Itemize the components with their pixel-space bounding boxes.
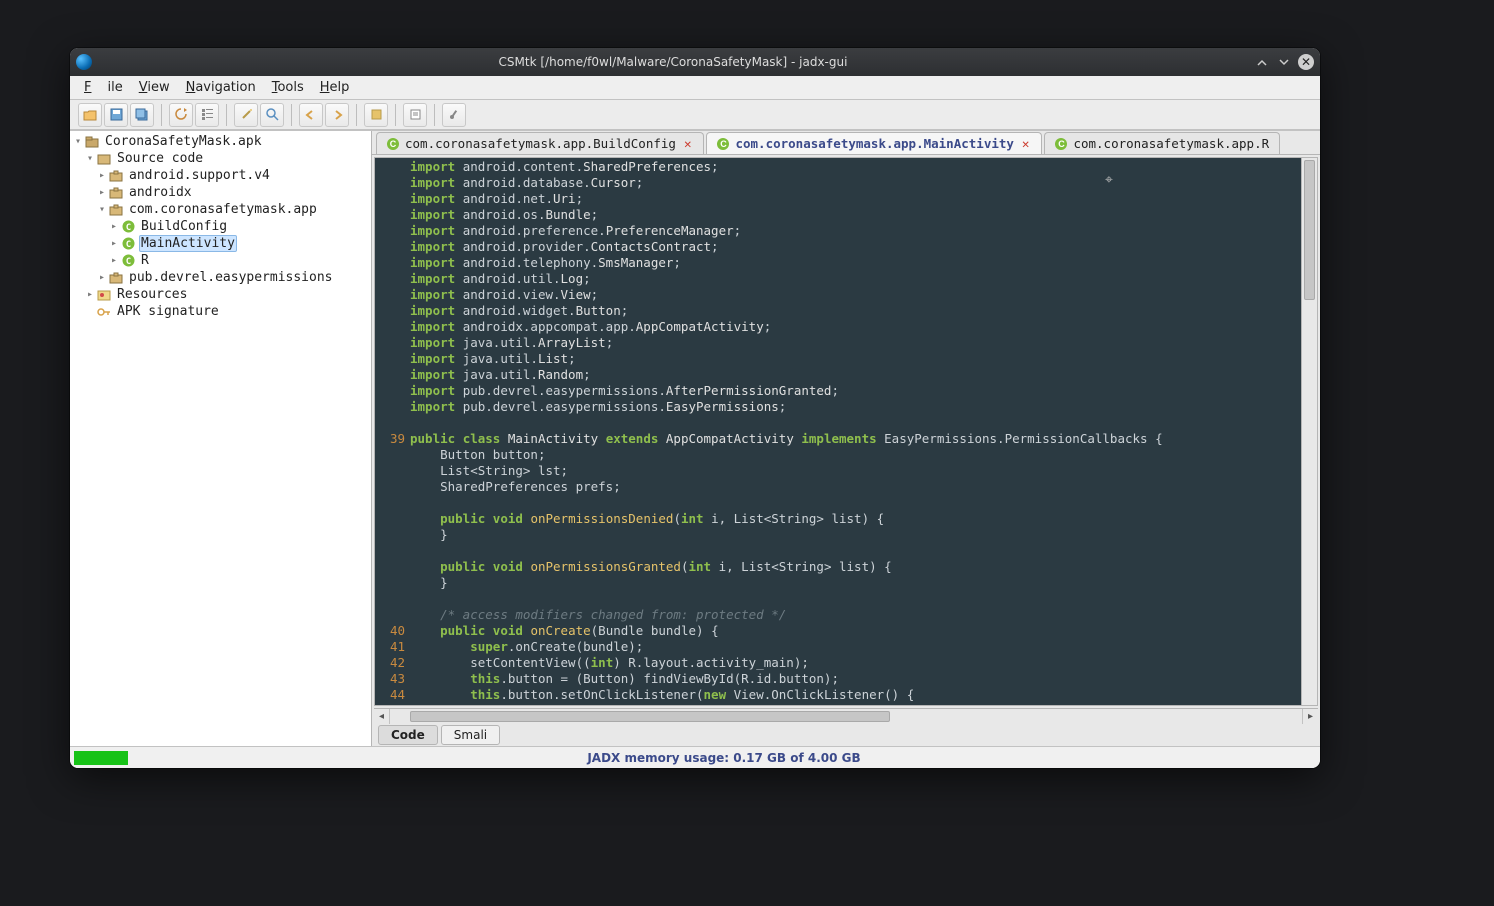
app-icon — [76, 54, 92, 70]
svg-text:C: C — [125, 240, 130, 250]
close-icon[interactable]: ✕ — [682, 136, 694, 151]
tree-cls-main[interactable]: ▸CMainActivity — [72, 235, 371, 252]
view-tabs: Code Smali — [372, 724, 1320, 746]
vertical-scrollbar[interactable] — [1301, 158, 1317, 705]
sync-button[interactable] — [169, 103, 193, 127]
svg-text:C: C — [125, 223, 130, 233]
code-editor[interactable]: 39 40 41 42 43 44 import android.content… — [374, 157, 1318, 706]
editor-tabs: com.coronasafetymask.app.BuildConfig ✕ co… — [372, 131, 1320, 155]
search-button[interactable] — [260, 103, 284, 127]
tree-pkg-androidx[interactable]: ▸androidx — [72, 184, 371, 201]
maximize-button[interactable] — [1276, 54, 1292, 70]
close-button[interactable]: ✕ — [1298, 54, 1314, 70]
smali-tab[interactable]: Smali — [441, 725, 500, 745]
scroll-left-icon[interactable]: ◂ — [374, 709, 390, 724]
minimize-button[interactable] — [1254, 54, 1270, 70]
tab-buildconfig[interactable]: com.coronasafetymask.app.BuildConfig ✕ — [376, 132, 704, 154]
class-icon — [1055, 138, 1067, 150]
line-gutter: 39 40 41 42 43 44 — [375, 158, 410, 705]
scroll-right-icon[interactable]: ▸ — [1302, 709, 1318, 724]
scrollbar-thumb[interactable] — [1304, 160, 1315, 300]
log-button[interactable] — [403, 103, 427, 127]
tab-label: com.coronasafetymask.app.MainActivity — [735, 136, 1013, 151]
menu-view[interactable]: View — [131, 78, 178, 97]
menu-help[interactable]: Help — [312, 78, 358, 97]
tab-label: com.coronasafetymask.app.BuildConfig — [405, 136, 676, 151]
tree-cls-build[interactable]: ▸CBuildConfig — [72, 218, 371, 235]
flatten-button[interactable] — [195, 103, 219, 127]
deobfuscate-button[interactable] — [364, 103, 388, 127]
code-tab[interactable]: Code — [378, 725, 438, 745]
toolbar — [70, 100, 1320, 130]
menu-file[interactable]: File — [76, 78, 131, 97]
tree-pkg-pub[interactable]: ▸pub.devrel.easypermissions — [72, 269, 371, 286]
settings-button[interactable] — [442, 103, 466, 127]
tab-label: com.coronasafetymask.app.R — [1073, 136, 1269, 151]
statusbar: JADX memory usage: 0.17 GB of 4.00 GB — [70, 746, 1320, 768]
scrollbar-thumb[interactable] — [410, 711, 890, 722]
titlebar[interactable]: CSMtk [/home/f0wl/Malware/CoronaSafetyMa… — [70, 48, 1320, 76]
wand-button[interactable] — [234, 103, 258, 127]
tree-source[interactable]: ▾Source code — [72, 150, 371, 167]
svg-text:C: C — [125, 257, 130, 267]
open-button[interactable] — [78, 103, 102, 127]
cursor-icon: ⌖ — [1105, 172, 1113, 188]
save-all-button[interactable] — [130, 103, 154, 127]
memory-status: JADX memory usage: 0.17 GB of 4.00 GB — [128, 751, 1320, 765]
tree-signature[interactable]: ▸APK signature — [72, 303, 371, 320]
progress-bar — [74, 751, 128, 765]
horizontal-scrollbar[interactable]: ◂ ▸ — [374, 708, 1318, 724]
class-icon — [387, 138, 399, 150]
tree-root[interactable]: ▾CoronaSafetyMask.apk — [72, 133, 371, 150]
tree-cls-r[interactable]: ▸CR — [72, 252, 371, 269]
tree-pkg-support[interactable]: ▸android.support.v4 — [72, 167, 371, 184]
code-content[interactable]: import android.content.SharedPreferences… — [410, 158, 1301, 705]
menubar: File View Navigation Tools Help — [70, 76, 1320, 100]
tree-pkg-app[interactable]: ▾com.coronasafetymask.app — [72, 201, 371, 218]
app-window: CSMtk [/home/f0wl/Malware/CoronaSafetyMa… — [70, 48, 1320, 768]
tab-mainactivity[interactable]: com.coronasafetymask.app.MainActivity ✕ — [706, 132, 1042, 154]
tab-r[interactable]: com.coronasafetymask.app.R — [1044, 132, 1280, 154]
menu-navigation[interactable]: Navigation — [178, 78, 264, 97]
class-icon — [717, 138, 729, 150]
tree-resources[interactable]: ▸Resources — [72, 286, 371, 303]
nav-back-button[interactable] — [299, 103, 323, 127]
menu-tools[interactable]: Tools — [264, 78, 312, 97]
save-button[interactable] — [104, 103, 128, 127]
window-title: CSMtk [/home/f0wl/Malware/CoronaSafetyMa… — [98, 55, 1248, 69]
nav-forward-button[interactable] — [325, 103, 349, 127]
close-icon[interactable]: ✕ — [1020, 136, 1032, 151]
file-tree[interactable]: ▾CoronaSafetyMask.apk ▾Source code ▸andr… — [70, 131, 372, 746]
